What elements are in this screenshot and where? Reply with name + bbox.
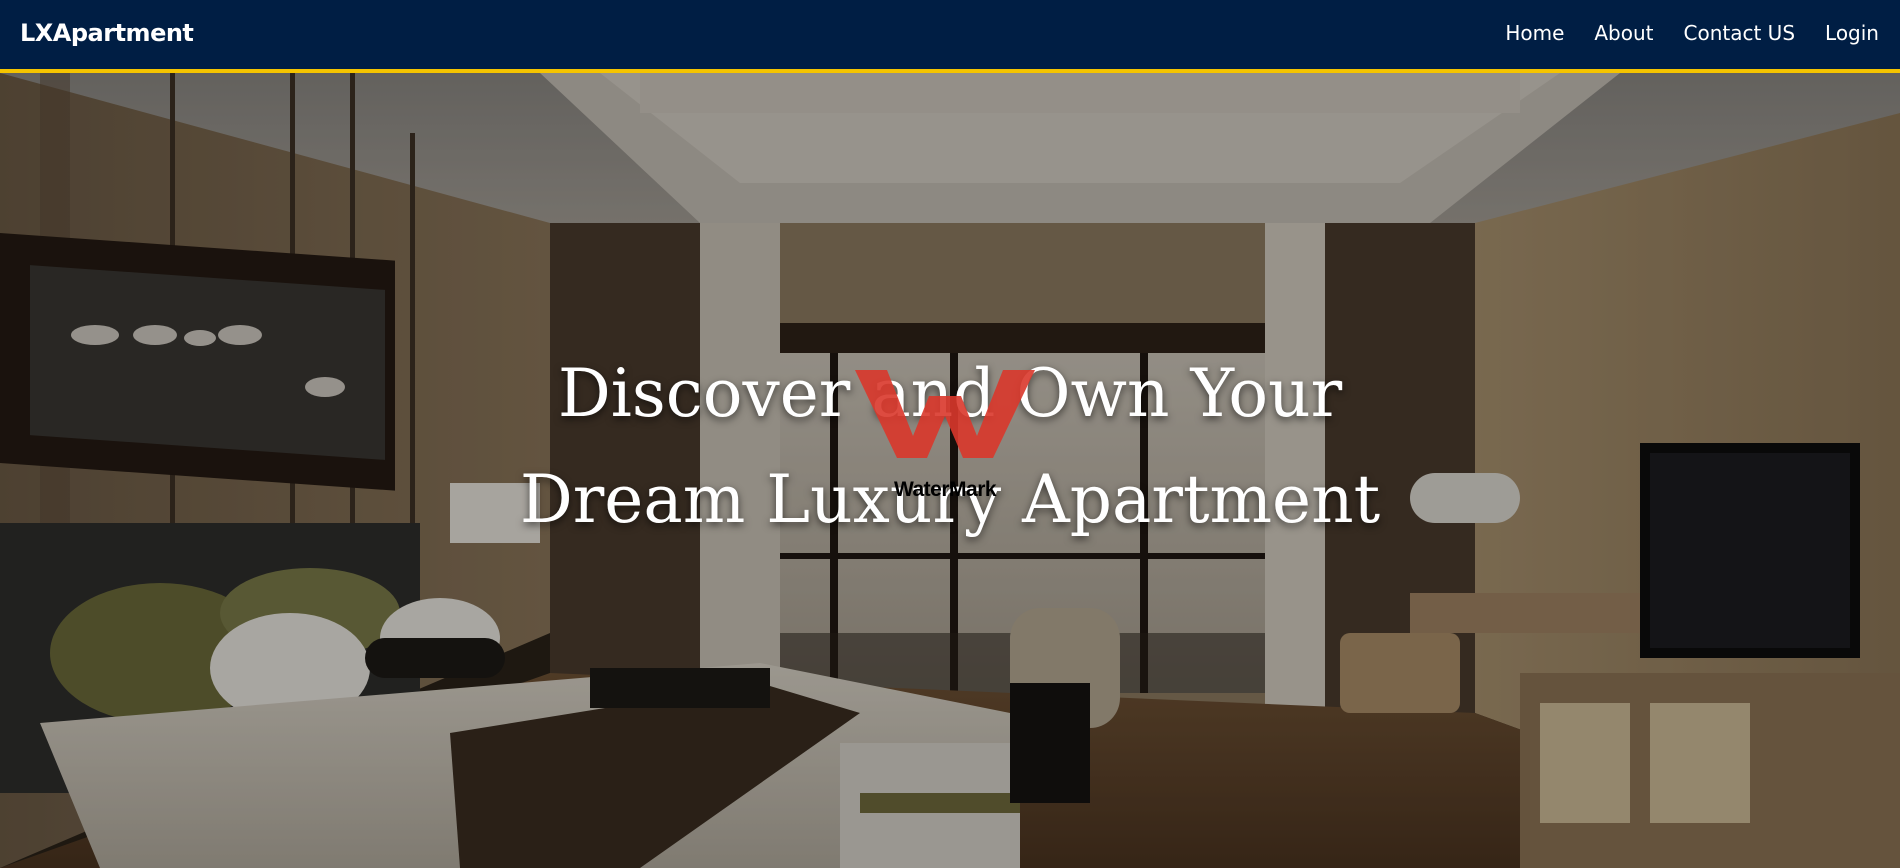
nav-links: Home About Contact US Login [1475, 21, 1879, 45]
nav-link-home[interactable]: Home [1505, 21, 1564, 45]
nav-link-login[interactable]: Login [1825, 21, 1879, 45]
nav-link-contact-us[interactable]: Contact US [1684, 21, 1796, 45]
hero-section: Discover and Own Your Dream Luxury Apart… [0, 73, 1900, 868]
top-navbar: LXApartment Home About Contact US Login [0, 0, 1900, 73]
brand-logo-link[interactable]: LXApartment [20, 19, 194, 47]
hero-heading-line-2: Dream Luxury Apartment [519, 461, 1381, 538]
hero-heading-line-1: Discover and Own Your [557, 355, 1343, 432]
hero-heading: Discover and Own Your Dream Luxury Apart… [0, 341, 1900, 553]
nav-link-about[interactable]: About [1594, 21, 1653, 45]
